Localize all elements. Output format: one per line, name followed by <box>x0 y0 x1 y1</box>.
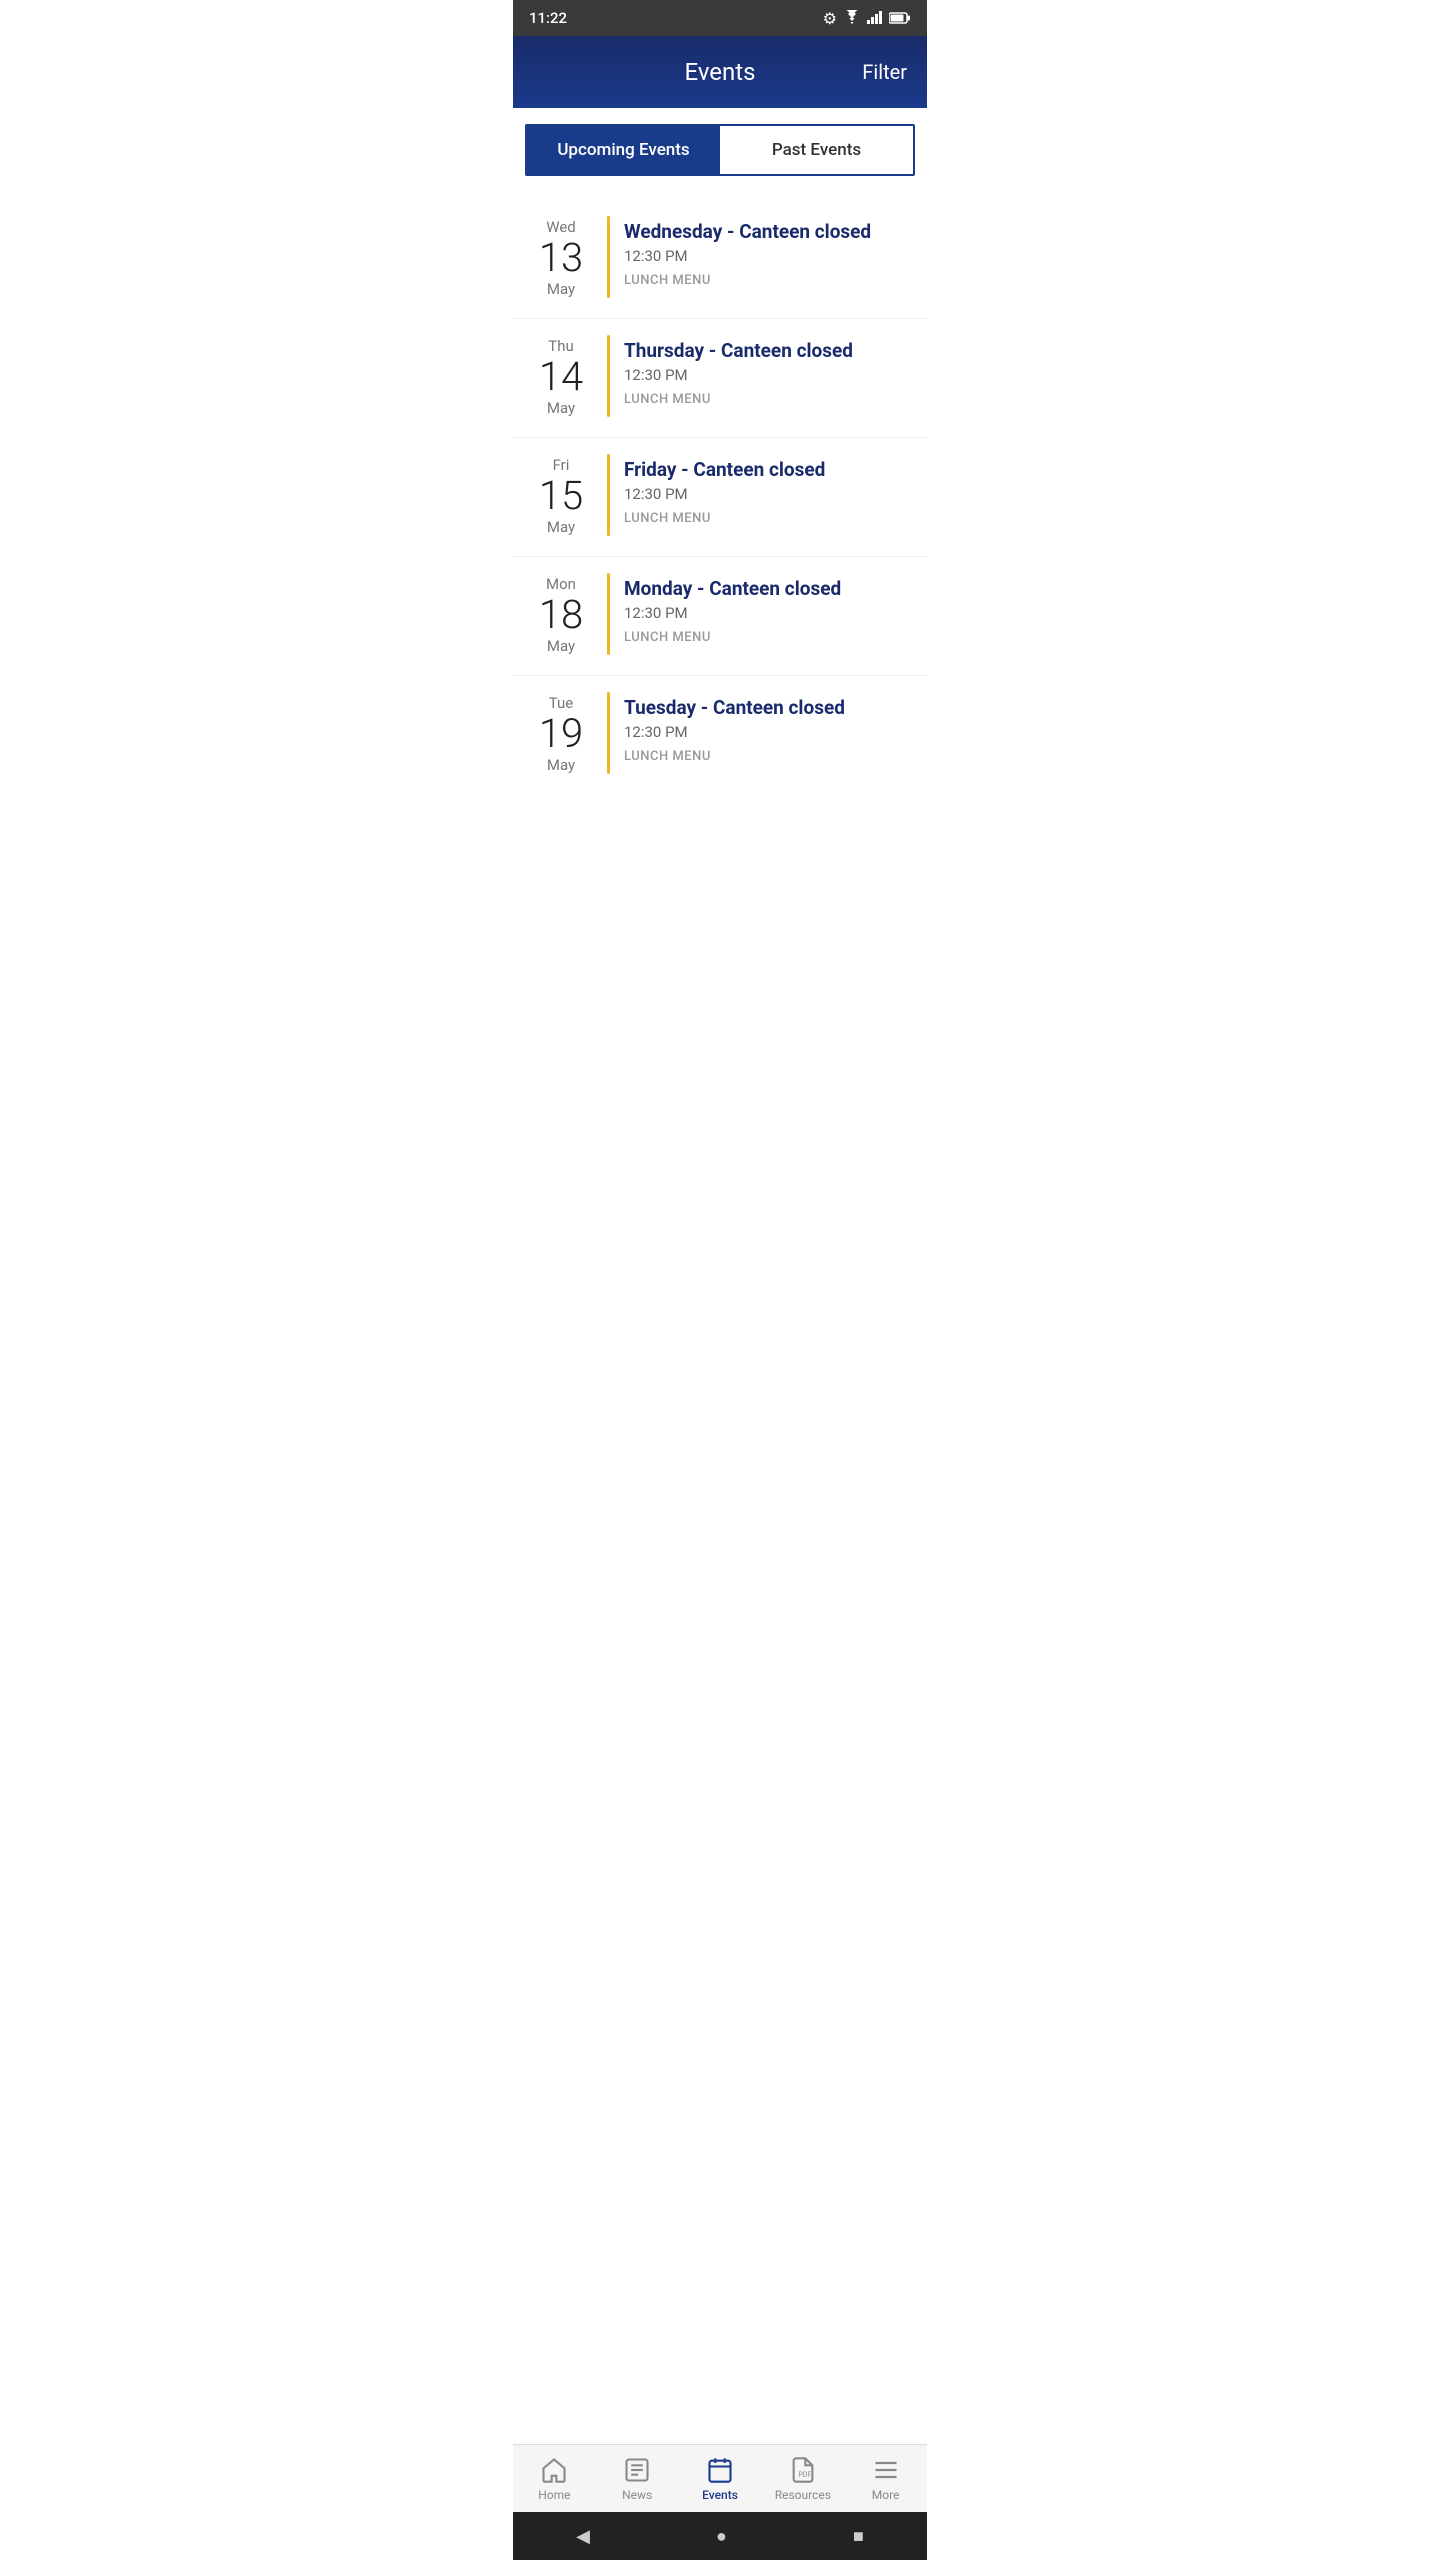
nav-label-more: More <box>872 2488 900 2502</box>
nav-item-home[interactable]: Home <box>513 2456 596 2502</box>
event-tag: LUNCH MENU <box>624 749 911 764</box>
event-day-number: 15 <box>539 476 583 516</box>
event-item[interactable]: Wed 13 May Wednesday - Canteen closed 12… <box>513 200 927 319</box>
event-time: 12:30 PM <box>624 485 911 503</box>
event-date: Mon 18 May <box>529 573 593 655</box>
status-bar: 11:22 ⚙ <box>513 0 927 36</box>
event-title: Thursday - Canteen closed <box>624 339 911 362</box>
event-date: Wed 13 May <box>529 216 593 298</box>
tab-upcoming-events[interactable]: Upcoming Events <box>527 126 720 174</box>
event-details: Thursday - Canteen closed 12:30 PM LUNCH… <box>624 335 911 407</box>
event-tag: LUNCH MENU <box>624 630 911 645</box>
battery-icon <box>889 9 911 28</box>
tabs-container: Upcoming Events Past Events <box>525 124 915 176</box>
page-title: Events <box>593 58 847 86</box>
event-item[interactable]: Mon 18 May Monday - Canteen closed 12:30… <box>513 557 927 676</box>
event-divider <box>607 573 610 655</box>
event-divider <box>607 335 610 417</box>
event-title: Tuesday - Canteen closed <box>624 696 911 719</box>
event-month: May <box>547 399 575 417</box>
event-date: Fri 15 May <box>529 454 593 536</box>
event-tag: LUNCH MENU <box>624 392 911 407</box>
recent-button[interactable]: ■ <box>853 2526 864 2547</box>
event-divider <box>607 692 610 774</box>
event-month: May <box>547 756 575 774</box>
bottom-nav: Home News Events PDF Resources <box>513 2444 927 2512</box>
nav-label-news: News <box>622 2488 652 2502</box>
event-details: Friday - Canteen closed 12:30 PM LUNCH M… <box>624 454 911 526</box>
tab-past-events[interactable]: Past Events <box>720 126 913 174</box>
android-nav-bar: ◀ ● ■ <box>513 2512 927 2560</box>
event-details: Monday - Canteen closed 12:30 PM LUNCH M… <box>624 573 911 645</box>
status-icons: ⚙ <box>823 9 911 28</box>
event-month: May <box>547 518 575 536</box>
nav-label-events: Events <box>702 2488 738 2502</box>
events-list: Wed 13 May Wednesday - Canteen closed 12… <box>513 192 927 780</box>
filter-button[interactable]: Filter <box>847 60 907 84</box>
home-button[interactable]: ● <box>716 2526 727 2547</box>
event-day-number: 13 <box>539 238 583 278</box>
wifi-icon <box>843 9 861 28</box>
event-item[interactable]: Fri 15 May Friday - Canteen closed 12:30… <box>513 438 927 557</box>
event-item[interactable]: Thu 14 May Thursday - Canteen closed 12:… <box>513 319 927 438</box>
event-item[interactable]: Tue 19 May Tuesday - Canteen closed 12:3… <box>513 676 927 780</box>
event-tag: LUNCH MENU <box>624 273 911 288</box>
nav-label-home: Home <box>538 2488 570 2502</box>
event-divider <box>607 454 610 536</box>
event-tag: LUNCH MENU <box>624 511 911 526</box>
nav-item-resources[interactable]: PDF Resources <box>761 2456 844 2502</box>
event-time: 12:30 PM <box>624 723 911 741</box>
event-date: Thu 14 May <box>529 335 593 417</box>
event-date: Tue 19 May <box>529 692 593 774</box>
nav-item-more[interactable]: More <box>844 2456 927 2502</box>
event-details: Tuesday - Canteen closed 12:30 PM LUNCH … <box>624 692 911 764</box>
event-time: 12:30 PM <box>624 247 911 265</box>
svg-text:PDF: PDF <box>798 2471 811 2479</box>
signal-icon <box>867 9 883 28</box>
event-day-number: 19 <box>539 714 583 754</box>
event-day-number: 14 <box>539 357 583 397</box>
settings-icon: ⚙ <box>823 9 837 28</box>
event-title: Friday - Canteen closed <box>624 458 911 481</box>
event-month: May <box>547 637 575 655</box>
event-title: Wednesday - Canteen closed <box>624 220 911 243</box>
event-time: 12:30 PM <box>624 366 911 384</box>
event-month: May <box>547 280 575 298</box>
event-details: Wednesday - Canteen closed 12:30 PM LUNC… <box>624 216 911 288</box>
event-title: Monday - Canteen closed <box>624 577 911 600</box>
event-time: 12:30 PM <box>624 604 911 622</box>
status-time: 11:22 <box>529 9 567 27</box>
back-button[interactable]: ◀ <box>576 2526 590 2547</box>
page-header: Events Filter <box>513 36 927 108</box>
nav-item-news[interactable]: News <box>596 2456 679 2502</box>
nav-label-resources: Resources <box>775 2488 831 2502</box>
nav-item-events[interactable]: Events <box>679 2456 762 2502</box>
event-day-number: 18 <box>539 595 583 635</box>
event-divider <box>607 216 610 298</box>
